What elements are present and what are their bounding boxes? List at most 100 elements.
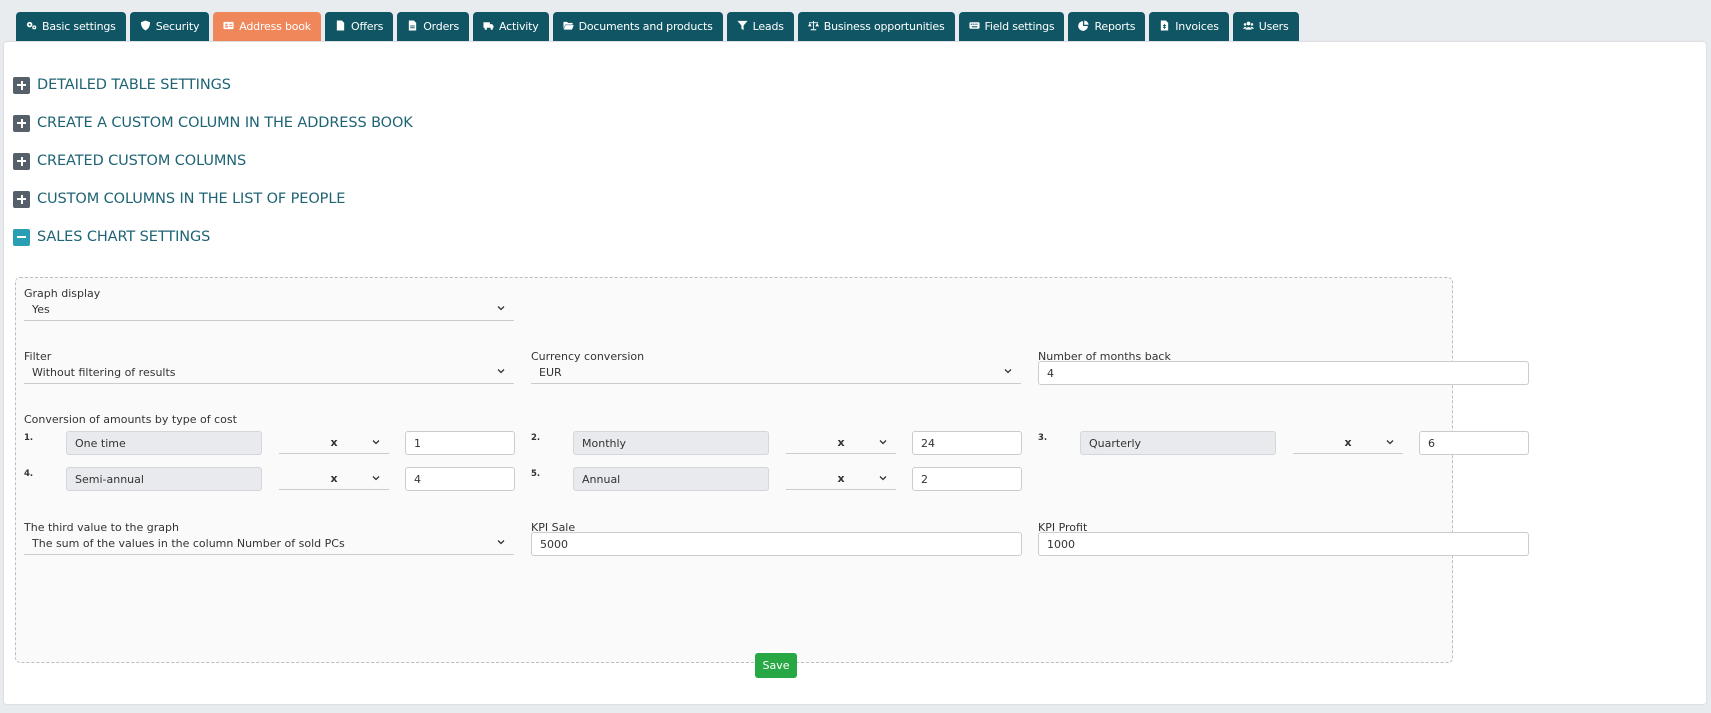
multiplier-input[interactable]: 4 [405,467,515,491]
conversion-number: 3. [1038,433,1048,443]
kpi-sale-input[interactable]: 5000 [531,532,1022,556]
tab-label: Orders [423,20,460,33]
section-title: DETAILED TABLE SETTINGS [37,77,231,93]
tab-label: Documents and products [578,20,713,33]
tab-reports[interactable]: Reports [1068,12,1146,41]
chevron-down-icon [497,306,505,311]
section-title: CREATED CUSTOM COLUMNS [37,153,247,169]
graph-display-value: Yes [32,302,50,316]
keyboard-icon [968,20,980,34]
balance-scale-icon [807,20,819,34]
graph-display-select[interactable]: Yes [24,298,514,321]
users-icon [1242,20,1254,34]
operator-value: x [1344,435,1352,449]
tab-label: Address book [239,20,311,33]
tab-security[interactable]: Security [129,12,210,41]
chart-pie-icon [1078,19,1090,34]
cost-type-field: Semi-annual [66,467,262,491]
section-create-custom-column[interactable]: CREATE A CUSTOM COLUMN IN THE ADDRESS BO… [13,113,413,133]
multiplier-input[interactable]: 2 [912,467,1022,491]
tab-field-settings[interactable]: Field settings [958,12,1065,41]
section-sales-chart-settings[interactable]: SALES CHART SETTINGS [13,227,210,247]
tab-bar: Basic settings Security Address book Off… [16,12,1299,41]
filter-select[interactable]: Without filtering of results [24,361,514,384]
operator-select[interactable]: x [279,467,389,490]
conversion-number: 1. [24,433,34,443]
chevron-down-icon [1004,369,1012,374]
conversion-number: 5. [531,469,541,479]
third-value-value: The sum of the values in the column Numb… [32,536,345,550]
address-card-icon [223,20,234,34]
save-button[interactable]: Save [755,653,797,678]
tab-label: Invoices [1175,20,1219,33]
currency-value: EUR [539,365,562,379]
tab-label: Security [155,20,200,33]
section-title: SALES CHART SETTINGS [37,229,211,245]
folder-open-icon [563,20,574,34]
currency-select[interactable]: EUR [531,361,1021,384]
tab-invoices[interactable]: Invoices [1149,12,1229,41]
collapse-minus-icon [13,228,30,246]
tab-basic-settings[interactable]: Basic settings [16,12,126,41]
tab-activity[interactable]: Activity [473,12,549,41]
conversion-number: 4. [24,469,34,479]
tab-offers[interactable]: Offers [324,12,394,41]
chevron-down-icon [497,369,505,374]
chevron-down-icon [879,476,887,481]
tab-label: Reports [1094,20,1136,33]
tab-label: Business opportunities [823,20,945,33]
tab-label: Basic settings [42,20,116,33]
months-back-input[interactable]: 4 [1038,361,1529,385]
truck-icon [483,20,494,34]
cost-type-field: Annual [573,467,769,491]
operator-value: x [837,435,845,449]
expand-plus-icon [13,190,30,208]
chevron-down-icon [372,476,380,481]
tab-label: Field settings [984,20,1055,33]
operator-value: x [330,435,338,449]
tab-documents-and-products[interactable]: Documents and products [552,12,723,41]
section-title: CUSTOM COLUMNS IN THE LIST OF PEOPLE [37,191,346,207]
filter-value: Without filtering of results [32,365,176,379]
third-value-select[interactable]: The sum of the values in the column Numb… [24,532,514,555]
chevron-down-icon [497,540,505,545]
tab-address-book[interactable]: Address book [213,12,321,41]
operator-select[interactable]: x [786,467,896,490]
expand-plus-icon [13,114,30,132]
section-detailed-table-settings[interactable]: DETAILED TABLE SETTINGS [13,75,231,95]
shield-icon [140,19,151,34]
section-title: CREATE A CUSTOM COLUMN IN THE ADDRESS BO… [37,115,413,131]
conversion-label: Conversion of amounts by type of cost [24,413,237,426]
expand-plus-icon [13,152,30,170]
tab-business-opportunities[interactable]: Business opportunities [797,12,955,41]
file-icon [335,19,346,34]
expand-plus-icon [13,76,30,94]
tab-label: Activity [499,20,539,33]
tab-label: Users [1258,20,1289,33]
section-custom-columns-people[interactable]: CUSTOM COLUMNS IN THE LIST OF PEOPLE [13,189,345,209]
chevron-down-icon [372,440,380,445]
multiplier-input[interactable]: 24 [912,431,1022,455]
tab-orders[interactable]: Orders [397,12,470,41]
kpi-profit-input[interactable]: 1000 [1038,532,1529,556]
funnel-icon [737,20,748,34]
chevron-down-icon [879,440,887,445]
file-invoice-icon [407,19,418,34]
gears-icon [26,20,37,34]
file-dollar-icon [1159,19,1170,34]
section-created-custom-columns[interactable]: CREATED CUSTOM COLUMNS [13,151,246,171]
operator-select[interactable]: x [279,431,389,454]
tab-label: Offers [350,20,384,33]
settings-panel: DETAILED TABLE SETTINGS CREATE A CUSTOM … [4,42,1706,704]
sales-chart-form: Graph display Yes Filter Without filteri… [15,277,1529,663]
tab-label: Leads [752,20,784,33]
multiplier-input[interactable]: 6 [1419,431,1529,455]
operator-value: x [330,471,338,485]
operator-select[interactable]: x [786,431,896,454]
cost-type-field: Quarterly [1080,431,1276,455]
tab-users[interactable]: Users [1232,12,1299,41]
cost-type-field: One time [66,431,262,455]
multiplier-input[interactable]: 1 [405,431,515,455]
tab-leads[interactable]: Leads [726,12,794,41]
operator-select[interactable]: x [1293,431,1403,454]
